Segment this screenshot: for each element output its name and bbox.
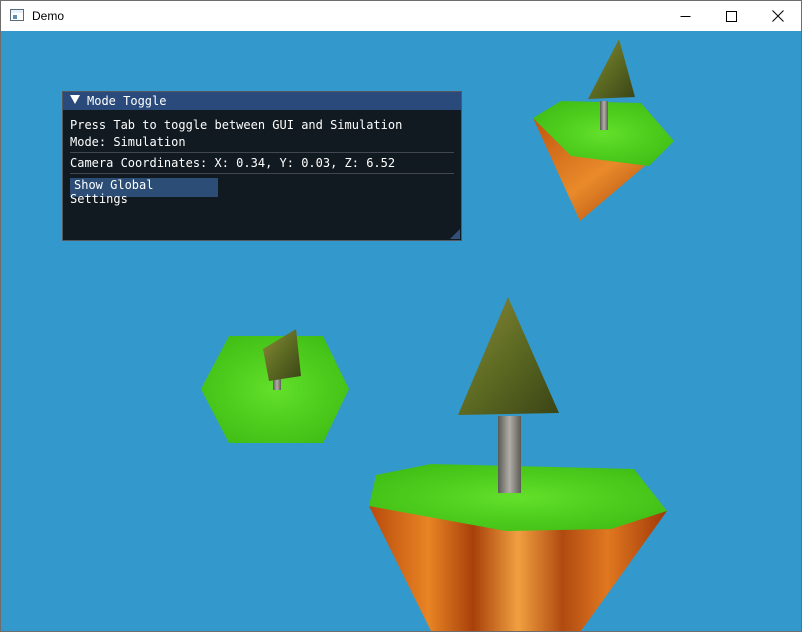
title-bar[interactable]: Demo (1, 1, 801, 31)
mode-text: Mode: Simulation (70, 135, 186, 149)
window-title: Demo (32, 9, 65, 23)
maximize-icon (726, 11, 737, 22)
divider (70, 152, 454, 153)
minimize-icon (680, 16, 691, 17)
panel-header[interactable]: Mode Toggle (63, 92, 461, 110)
close-icon (772, 10, 784, 22)
floating-island (369, 297, 667, 631)
close-button[interactable] (755, 1, 801, 31)
resize-grip-icon[interactable] (450, 229, 460, 239)
mode-toggle-panel[interactable]: Mode Toggle Press Tab to toggle between … (62, 91, 462, 241)
camera-coordinates-text: Camera Coordinates: X: 0.34, Y: 0.03, Z:… (70, 156, 396, 170)
show-global-settings-button[interactable]: Show Global Settings (70, 178, 218, 206)
simulation-viewport[interactable]: Mode Toggle Press Tab to toggle between … (1, 31, 801, 631)
app-window-icon (10, 9, 24, 21)
floating-island (533, 39, 674, 221)
instruction-text: Press Tab to toggle between GUI and Simu… (70, 118, 403, 132)
app-window: Demo Mode Toggle Press Tab to toggle bet… (0, 0, 802, 632)
divider (70, 173, 454, 174)
minimize-button[interactable] (663, 1, 709, 31)
floating-island (201, 329, 349, 443)
maximize-button[interactable] (709, 1, 755, 31)
collapse-arrow-icon[interactable] (70, 95, 80, 104)
panel-title: Mode Toggle (87, 94, 167, 108)
